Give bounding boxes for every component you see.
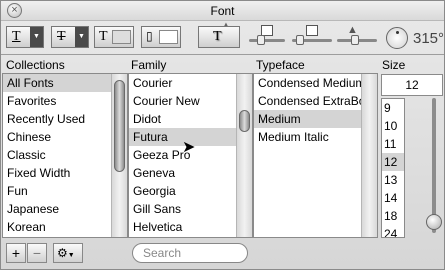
underline-icon: T xyxy=(12,29,21,44)
size-item[interactable]: 18 xyxy=(382,207,404,225)
collection-item-recently-used[interactable]: Recently Used xyxy=(3,110,127,128)
family-item-didot[interactable]: Didot xyxy=(129,110,252,128)
document-color-swatch xyxy=(159,30,178,44)
scroll-thumb[interactable] xyxy=(239,110,250,132)
typeface-item-medium[interactable]: Medium xyxy=(254,110,377,128)
typeface-item-condensed-extrabold[interactable]: Condensed ExtraBold xyxy=(254,92,377,110)
text-strikethrough-button[interactable]: T ▼ xyxy=(51,26,89,48)
slider-knob[interactable] xyxy=(351,35,359,45)
size-item[interactable]: 9 xyxy=(382,99,404,117)
size-list[interactable]: 9 10 11 12 13 14 18 24 xyxy=(381,98,405,238)
remove-collection-button[interactable]: − xyxy=(27,243,47,263)
collections-header: Collections xyxy=(6,58,65,72)
action-menu-button[interactable]: ⚙▼ xyxy=(53,243,83,263)
text-shadow-button[interactable]: T xyxy=(198,26,240,48)
collection-item-classic[interactable]: Classic xyxy=(3,146,127,164)
toolbar: T ▼ T ▼ T ▯ T ▲ 315° xyxy=(1,22,444,55)
gear-icon: ⚙ xyxy=(57,246,68,260)
search-input[interactable]: Search xyxy=(132,243,248,263)
family-header: Family xyxy=(131,58,167,72)
family-item-gill-sans[interactable]: Gill Sans xyxy=(129,200,252,218)
typeface-scrollbar[interactable] xyxy=(361,74,377,237)
collections-list[interactable]: All Fonts Favorites Recently Used Chines… xyxy=(2,73,128,238)
document-icon: ▯ xyxy=(146,29,153,43)
size-item[interactable]: 10 xyxy=(382,117,404,135)
size-header: Size xyxy=(382,58,406,72)
document-color-button[interactable]: ▯ xyxy=(141,26,181,48)
size-item[interactable]: 11 xyxy=(382,135,404,153)
size-item[interactable]: 14 xyxy=(382,189,404,207)
typeface-item-medium-italic[interactable]: Medium Italic xyxy=(254,128,377,146)
chevron-down-icon: ▼ xyxy=(30,27,43,47)
collection-item-favorites[interactable]: Favorites xyxy=(3,92,127,110)
bottom-bar: + − ⚙▼ Search xyxy=(1,239,444,269)
font-panel-window: × Font ▲ T ▼ T ▼ T ▯ T ▲ 315° Collection… xyxy=(0,0,445,270)
shadow-angle-dial[interactable] xyxy=(386,27,408,49)
add-collection-button[interactable]: + xyxy=(6,243,26,263)
family-item-courier[interactable]: Courier xyxy=(129,74,252,92)
size-item[interactable]: 13 xyxy=(382,171,404,189)
close-icon: × xyxy=(11,4,18,16)
mouse-pointer-icon: ➤ xyxy=(182,139,196,156)
family-item-helvetica[interactable]: Helvetica xyxy=(129,218,252,236)
text-color-swatch xyxy=(112,30,131,44)
collection-item-japanese[interactable]: Japanese xyxy=(3,200,127,218)
strikethrough-icon: T xyxy=(57,29,66,44)
slider-knob[interactable] xyxy=(296,35,304,45)
slider-knob[interactable] xyxy=(257,35,265,45)
family-scrollbar[interactable] xyxy=(236,74,252,237)
shadow-text-icon: T xyxy=(213,29,222,44)
shadow-angle-value: 315° xyxy=(413,30,445,47)
dial-indicator xyxy=(396,31,399,34)
text-color-icon: T xyxy=(99,29,108,44)
collection-item-korean[interactable]: Korean xyxy=(3,218,127,236)
collection-item-fixed-width[interactable]: Fixed Width xyxy=(3,164,127,182)
collections-scrollbar[interactable] xyxy=(111,74,127,237)
collection-item-chinese[interactable]: Chinese xyxy=(3,128,127,146)
size-item[interactable]: 24 xyxy=(382,225,404,237)
typeface-item-condensed-medium[interactable]: Condensed Medium xyxy=(254,74,377,92)
chevron-down-icon: ▼ xyxy=(75,27,88,47)
collection-item-fun[interactable]: Fun xyxy=(3,182,127,200)
chevron-down-icon: ▼ xyxy=(67,252,75,259)
shadow-blur-icon xyxy=(306,25,318,36)
size-input[interactable]: 12 xyxy=(381,74,443,96)
shadow-opacity-slider[interactable] xyxy=(249,35,285,45)
size-slider-knob[interactable] xyxy=(426,214,442,230)
collection-item-all-fonts[interactable]: All Fonts xyxy=(3,74,127,92)
typeface-header: Typeface xyxy=(256,58,305,72)
family-item-georgia[interactable]: Georgia xyxy=(129,182,252,200)
family-item-courier-new[interactable]: Courier New xyxy=(129,92,252,110)
typeface-list[interactable]: Condensed Medium Condensed ExtraBold Med… xyxy=(253,73,378,238)
title-bar[interactable]: × Font ▲ xyxy=(1,1,444,28)
family-item-geneva[interactable]: Geneva xyxy=(129,164,252,182)
shadow-offset-slider[interactable] xyxy=(337,35,377,45)
shadow-blur-slider[interactable] xyxy=(292,35,332,45)
text-underline-button[interactable]: T ▼ xyxy=(6,26,44,48)
size-slider-track[interactable] xyxy=(432,98,436,233)
scroll-thumb[interactable] xyxy=(114,80,125,172)
size-item-selected[interactable]: 12 xyxy=(382,153,404,171)
text-color-button[interactable]: T xyxy=(94,26,134,48)
close-button[interactable]: × xyxy=(7,3,22,18)
